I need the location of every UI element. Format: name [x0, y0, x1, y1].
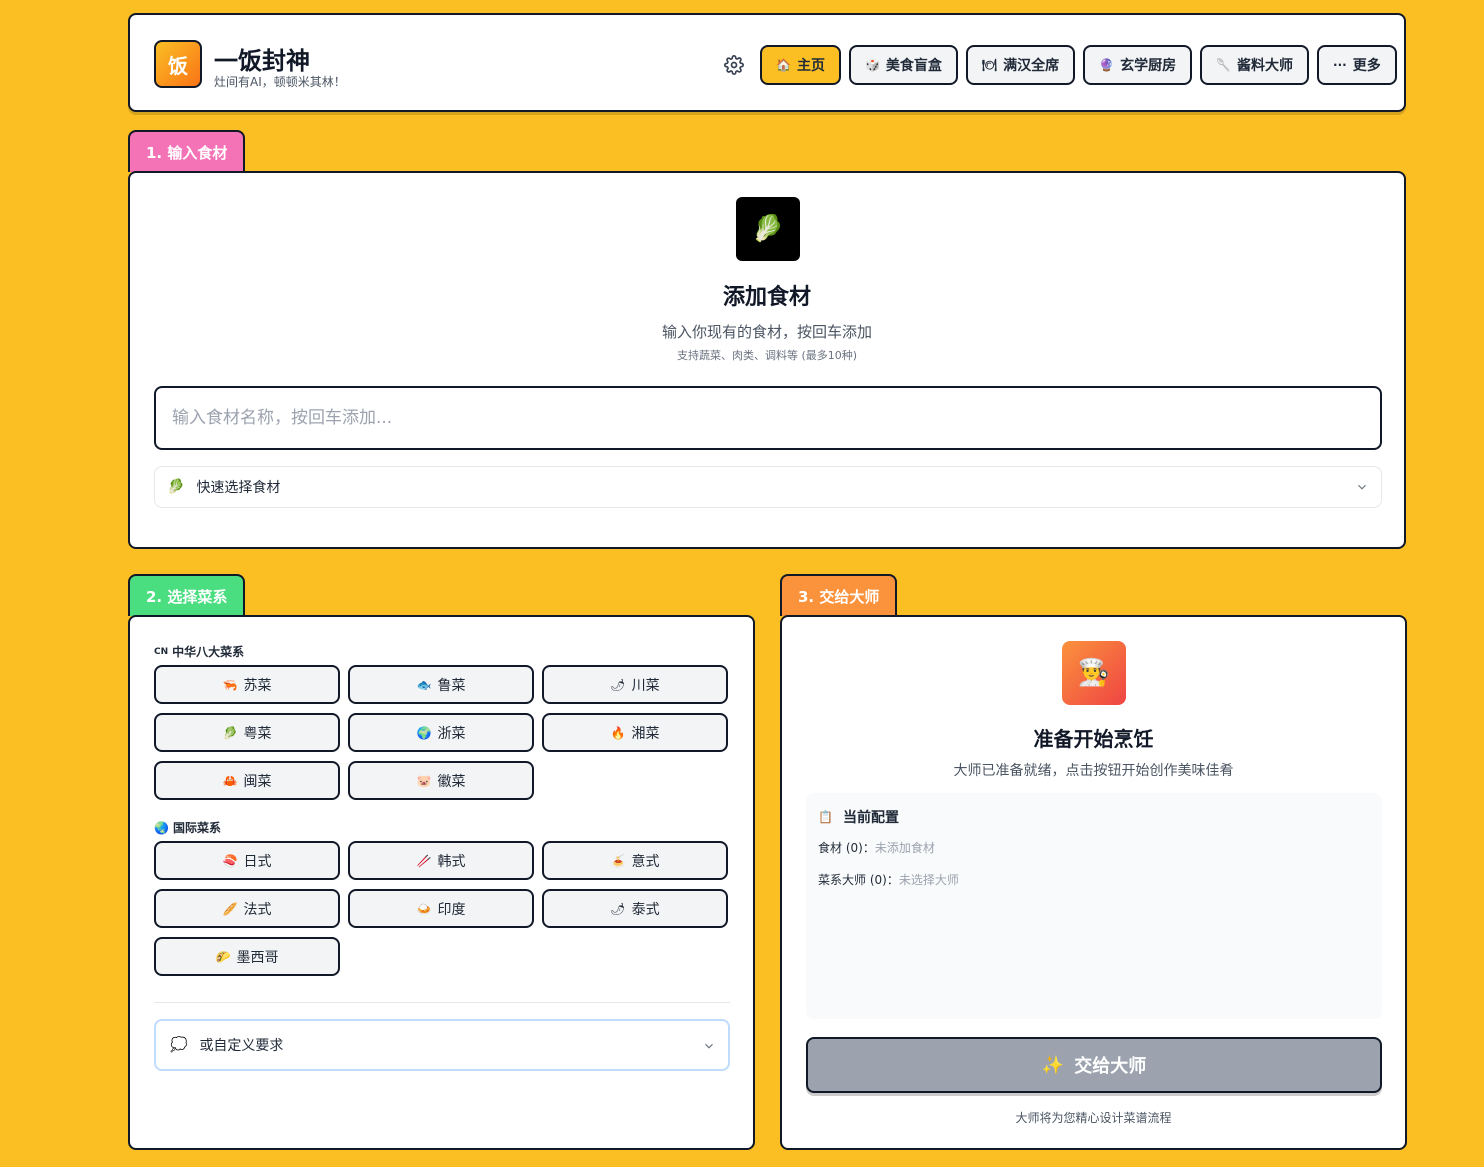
curry-icon: 🍛 — [416, 901, 432, 916]
cuisine-button-thai[interactable]: 🌶 泰式 — [542, 889, 728, 928]
spoon-icon: 🥄 — [1216, 58, 1232, 72]
nav-home-button[interactable]: 🏠 主页 — [760, 45, 841, 85]
vegetable-icon: 🥬 — [736, 197, 800, 261]
crystal-ball-icon: 🔮 — [1099, 58, 1115, 72]
cuisine-button-zhe[interactable]: 🌍 浙菜 — [348, 713, 534, 752]
cuisine-button-chuan[interactable]: 🌶 川菜 — [542, 665, 728, 704]
config-title: 📋 当前配置 — [818, 810, 899, 826]
cuisine-button-indian[interactable]: 🍛 印度 — [348, 889, 534, 928]
nav-blind-box-button[interactable]: 🎲 美食盲盒 — [848, 45, 958, 85]
ingredients-hint: 支持蔬菜、肉类、调料等 (最多10种) — [676, 349, 858, 362]
ingredients-subtitle: 输入你现有的食材，按回车添加 — [661, 323, 872, 341]
globe-icon: 🌍 — [416, 725, 432, 740]
chevron-down-icon — [705, 1043, 713, 1049]
international-cuisine-label: 🌏 国际菜系 — [154, 820, 221, 836]
cuisine-button-japanese[interactable]: 🍣 日式 — [154, 841, 340, 880]
cuisine-button-su[interactable]: 🦐 苏菜 — [154, 665, 340, 704]
config-ingredients: 食材 (0)：未添加食材 — [818, 841, 935, 855]
crab-icon: 🦀 — [222, 773, 238, 788]
nav-banquet-button[interactable]: 🍽 满汉全席 — [965, 45, 1076, 85]
tab-hand-to-master: 3. 交给大师 — [780, 574, 898, 616]
gear-icon[interactable] — [724, 55, 744, 75]
cuisine-panel: CN 中华八大菜系 🦐 苏菜 🐟 鲁菜 🌶 川菜 🥬 粤菜 🌍 浙菜 🔥 湘菜 🦀 闽菜 🐷 徽… — [128, 615, 755, 1150]
tab-input-ingredients: 1. 输入食材 — [128, 130, 246, 172]
ready-subtitle: 大师已准备就绪，点击按钮开始创作美味佳肴 — [953, 763, 1234, 779]
hand-to-master-button[interactable]: ✨ 交给大师 — [806, 1037, 1382, 1093]
app-subtitle: 灶间有AI，顿顿米其林！ — [214, 75, 346, 89]
clipboard-icon: 📋 — [818, 810, 833, 824]
chef-icon: 👨‍🍳 — [1062, 641, 1126, 705]
chinese-cuisine-grid: 🦐 苏菜 🐟 鲁菜 🌶 川菜 🥬 粤菜 🌍 浙菜 🔥 湘菜 🦀 闽菜 🐷 徽菜 — [154, 665, 730, 800]
tab-select-cuisine: 2. 选择菜系 — [128, 574, 246, 616]
master-footer-text: 大师将为您精心设计菜谱流程 — [1015, 1111, 1172, 1125]
plate-icon: 🍽 — [981, 58, 998, 72]
nav-mystic-kitchen-button[interactable]: 🔮 玄学厨房 — [1083, 45, 1193, 85]
sparkles-icon: ✨ — [1041, 1054, 1065, 1076]
international-cuisine-grid: 🍣 日式 🥢 韩式 🍝 意式 🥖 法式 🍛 印度 🌶 泰式 🌮 墨西哥 — [154, 841, 730, 976]
nav-more-button[interactable]: ··· 更多 — [1317, 45, 1397, 85]
chopsticks-icon: 🥢 — [416, 853, 432, 868]
cuisine-button-french[interactable]: 🥖 法式 — [154, 889, 340, 928]
pig-icon: 🐷 — [416, 773, 432, 788]
custom-requirement-label: 或自定义要求 — [199, 1038, 284, 1054]
sushi-icon: 🍣 — [222, 853, 238, 868]
quick-select-label: 快速选择食材 — [196, 480, 281, 496]
chinese-cuisine-label: CN 中华八大菜系 — [154, 645, 245, 659]
nav-sauce-master-button[interactable]: 🥄 酱料大师 — [1200, 45, 1310, 85]
quick-select-ingredients[interactable]: 🥬 快速选择食材 — [154, 466, 1382, 508]
cuisine-button-yue[interactable]: 🥬 粤菜 — [154, 713, 340, 752]
fish-icon: 🐟 — [416, 677, 432, 692]
chili-icon: 🌶 — [610, 677, 626, 692]
china-flag-icon: CN — [154, 646, 169, 657]
logo[interactable]: 饭 — [154, 40, 202, 88]
custom-requirement-dropdown[interactable]: 💭 或自定义要求 — [154, 1019, 730, 1071]
current-config-box: 📋 当前配置 食材 (0)：未添加食材 菜系大师 (0)：未选择大师 — [806, 793, 1382, 1019]
vegetable-icon: 🥬 — [167, 479, 185, 495]
cuisine-button-mexican[interactable]: 🌮 墨西哥 — [154, 937, 340, 976]
thought-bubble-icon: 💭 — [170, 1037, 188, 1053]
cuisine-button-lu[interactable]: 🐟 鲁菜 — [348, 665, 534, 704]
globe-icon: 🌏 — [154, 820, 169, 835]
vegetable-icon: 🥬 — [222, 725, 238, 740]
chevron-down-icon — [1358, 484, 1366, 490]
shrimp-icon: 🦐 — [222, 677, 238, 692]
app-header: 饭 一饭封神 灶间有AI，顿顿米其林！ 🏠 主页 🎲 美食盲盒 🍽 满汉全席 🔮 玄学厨… — [128, 13, 1406, 112]
pasta-icon: 🍝 — [610, 853, 626, 868]
cuisine-button-korean[interactable]: 🥢 韩式 — [348, 841, 534, 880]
config-masters: 菜系大师 (0)：未选择大师 — [818, 873, 959, 887]
taco-icon: 🌮 — [215, 949, 231, 964]
main-nav: 🏠 主页 🎲 美食盲盒 🍽 满汉全席 🔮 玄学厨房 🥄 酱料大师 ··· 更多 — [760, 45, 1397, 85]
ingredients-title: 添加食材 — [722, 285, 811, 310]
ingredients-panel: 🥬 添加食材 输入你现有的食材，按回车添加 支持蔬菜、肉类、调料等 (最多10种… — [128, 171, 1406, 549]
home-icon: 🏠 — [776, 58, 791, 72]
ingredient-input[interactable] — [154, 386, 1382, 450]
cuisine-button-min[interactable]: 🦀 闽菜 — [154, 761, 340, 800]
app-title: 一饭封神 — [214, 47, 310, 75]
cuisine-button-italian[interactable]: 🍝 意式 — [542, 841, 728, 880]
divider — [154, 1002, 730, 1003]
more-icon: ··· — [1333, 58, 1347, 72]
ready-title: 准备开始烹饪 — [1033, 727, 1154, 751]
dice-icon: 🎲 — [864, 58, 880, 72]
chili-icon: 🌶 — [610, 901, 626, 916]
cuisine-button-hui[interactable]: 🐷 徽菜 — [348, 761, 534, 800]
master-panel: 👨‍🍳 准备开始烹饪 大师已准备就绪，点击按钮开始创作美味佳肴 📋 当前配置 食… — [780, 615, 1407, 1150]
baguette-icon: 🥖 — [222, 901, 238, 916]
fire-icon: 🔥 — [610, 725, 626, 740]
cuisine-button-xiang[interactable]: 🔥 湘菜 — [542, 713, 728, 752]
